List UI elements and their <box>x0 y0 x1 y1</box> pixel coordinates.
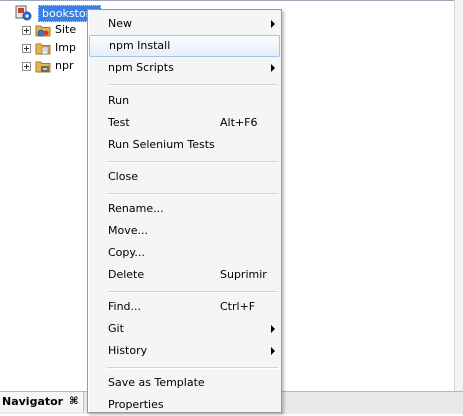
menu-item-new[interactable]: New <box>89 13 280 35</box>
menu-item-label: npm Scripts <box>108 61 174 74</box>
tree-item-label: npr <box>55 59 74 72</box>
menu-item-npm-scripts[interactable]: npm Scripts <box>89 57 280 79</box>
menu-item-run-selenium-tests[interactable]: Run Selenium Tests <box>89 134 280 156</box>
menu-item-shortcut: Alt+F6 <box>220 116 258 129</box>
menu-item-npm-install[interactable]: npm Install <box>89 35 280 57</box>
site-folder-icon <box>35 25 51 37</box>
menu-item-label: History <box>108 344 148 357</box>
menu-item-label: Test <box>108 116 130 129</box>
tree-item-label: Site <box>55 23 77 36</box>
html5-project-icon <box>15 5 32 21</box>
navigator-tab-label: Navigator <box>2 395 64 408</box>
expand-icon[interactable] <box>22 25 31 35</box>
menu-item-shortcut: Ctrl+F <box>220 300 256 313</box>
menu-separator <box>107 161 278 163</box>
submenu-arrow-icon <box>271 64 275 72</box>
tree-item-site[interactable]: Site <box>22 21 76 39</box>
menu-item-shortcut: Suprimir <box>220 268 267 281</box>
close-icon[interactable]: ⌘ <box>69 393 78 411</box>
menu-item-test[interactable]: Test Alt+F6 <box>89 112 280 134</box>
submenu-arrow-icon <box>271 20 275 28</box>
menu-item-label: Run Selenium Tests <box>108 138 215 151</box>
context-menu: New npm Install npm Scripts Run Test Alt… <box>87 9 282 413</box>
menu-item-delete[interactable]: Delete Suprimir <box>89 264 280 286</box>
editor-edge-strip <box>454 0 463 392</box>
expand-icon[interactable] <box>22 61 31 71</box>
menu-separator <box>107 291 278 293</box>
menu-separator <box>107 84 278 86</box>
menu-item-label: New <box>108 17 132 30</box>
menu-item-close[interactable]: Close <box>89 166 280 188</box>
tree-item-npm-libraries[interactable]: npr <box>22 57 73 75</box>
menu-item-save-as-template[interactable]: Save as Template <box>89 372 280 394</box>
tree-item-important-files[interactable]: Imp <box>22 39 76 57</box>
menu-item-label: Run <box>108 94 130 107</box>
menu-item-rename[interactable]: Rename... <box>89 198 280 220</box>
menu-item-label: Git <box>108 322 124 335</box>
menu-item-history[interactable]: History <box>89 340 280 362</box>
menu-item-label: Rename... <box>108 202 164 215</box>
menu-item-copy[interactable]: Copy... <box>89 242 280 264</box>
tree-item-label: Imp <box>55 41 76 54</box>
tab-navigator[interactable]: Navigator ⌘ <box>0 392 85 412</box>
submenu-arrow-icon <box>271 325 275 333</box>
menu-item-find[interactable]: Find... Ctrl+F <box>89 296 280 318</box>
npm-libraries-folder-icon <box>35 61 51 73</box>
important-files-folder-icon <box>35 43 51 55</box>
menu-item-label: Find... <box>108 300 142 313</box>
menu-item-label: Move... <box>108 224 148 237</box>
submenu-arrow-icon <box>271 347 275 355</box>
menu-item-label: Close <box>108 170 138 183</box>
menu-item-label: npm Install <box>109 39 171 52</box>
top-border <box>0 0 463 1</box>
menu-separator <box>107 193 278 195</box>
menu-item-move[interactable]: Move... <box>89 220 280 242</box>
menu-item-git[interactable]: Git <box>89 318 280 340</box>
menu-item-label: Save as Template <box>108 376 205 389</box>
menu-separator <box>107 367 278 369</box>
expand-icon[interactable] <box>22 43 31 53</box>
menu-item-label: Delete <box>108 268 145 281</box>
menu-item-run[interactable]: Run <box>89 90 280 112</box>
menu-item-label: Copy... <box>108 246 145 259</box>
